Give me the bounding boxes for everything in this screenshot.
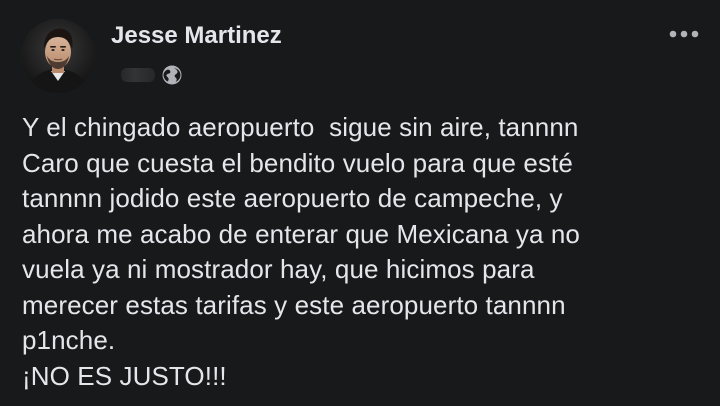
avatar[interactable] xyxy=(21,19,95,93)
post-meta xyxy=(121,63,183,87)
globe-icon[interactable] xyxy=(161,64,183,86)
author-name[interactable]: Jesse Martinez xyxy=(111,22,282,50)
post-text-line: Caro que cuesta el bendito vuelo para qu… xyxy=(22,147,573,178)
post-text-line: tannnn jodido este aeropuerto de campech… xyxy=(22,183,563,213)
avatar-image xyxy=(21,19,95,93)
more-options-button[interactable] xyxy=(664,20,704,48)
post-text-line: ¡NO ES JUSTO!!! xyxy=(22,360,227,391)
timestamp-blurred xyxy=(121,68,155,82)
post-text-line: Y el chingado aeropuerto sigue sin aire,… xyxy=(22,112,579,142)
post-text-line: p1nche. xyxy=(22,325,116,355)
post-text-line: vuela ya ni mostrador hay, que hicimos p… xyxy=(22,254,535,284)
post-text-line: ahora me acabo de enterar que Mexicana y… xyxy=(22,218,580,249)
post-text-line: merecer estas tarifas y este aeropuerto … xyxy=(22,289,566,320)
more-horizontal-icon xyxy=(669,30,699,38)
post-text: Y el chingado aeropuerto sigue sin aire,… xyxy=(22,110,702,394)
facebook-post: Jesse Martinez Y el chingado aeropuerto … xyxy=(0,0,720,406)
